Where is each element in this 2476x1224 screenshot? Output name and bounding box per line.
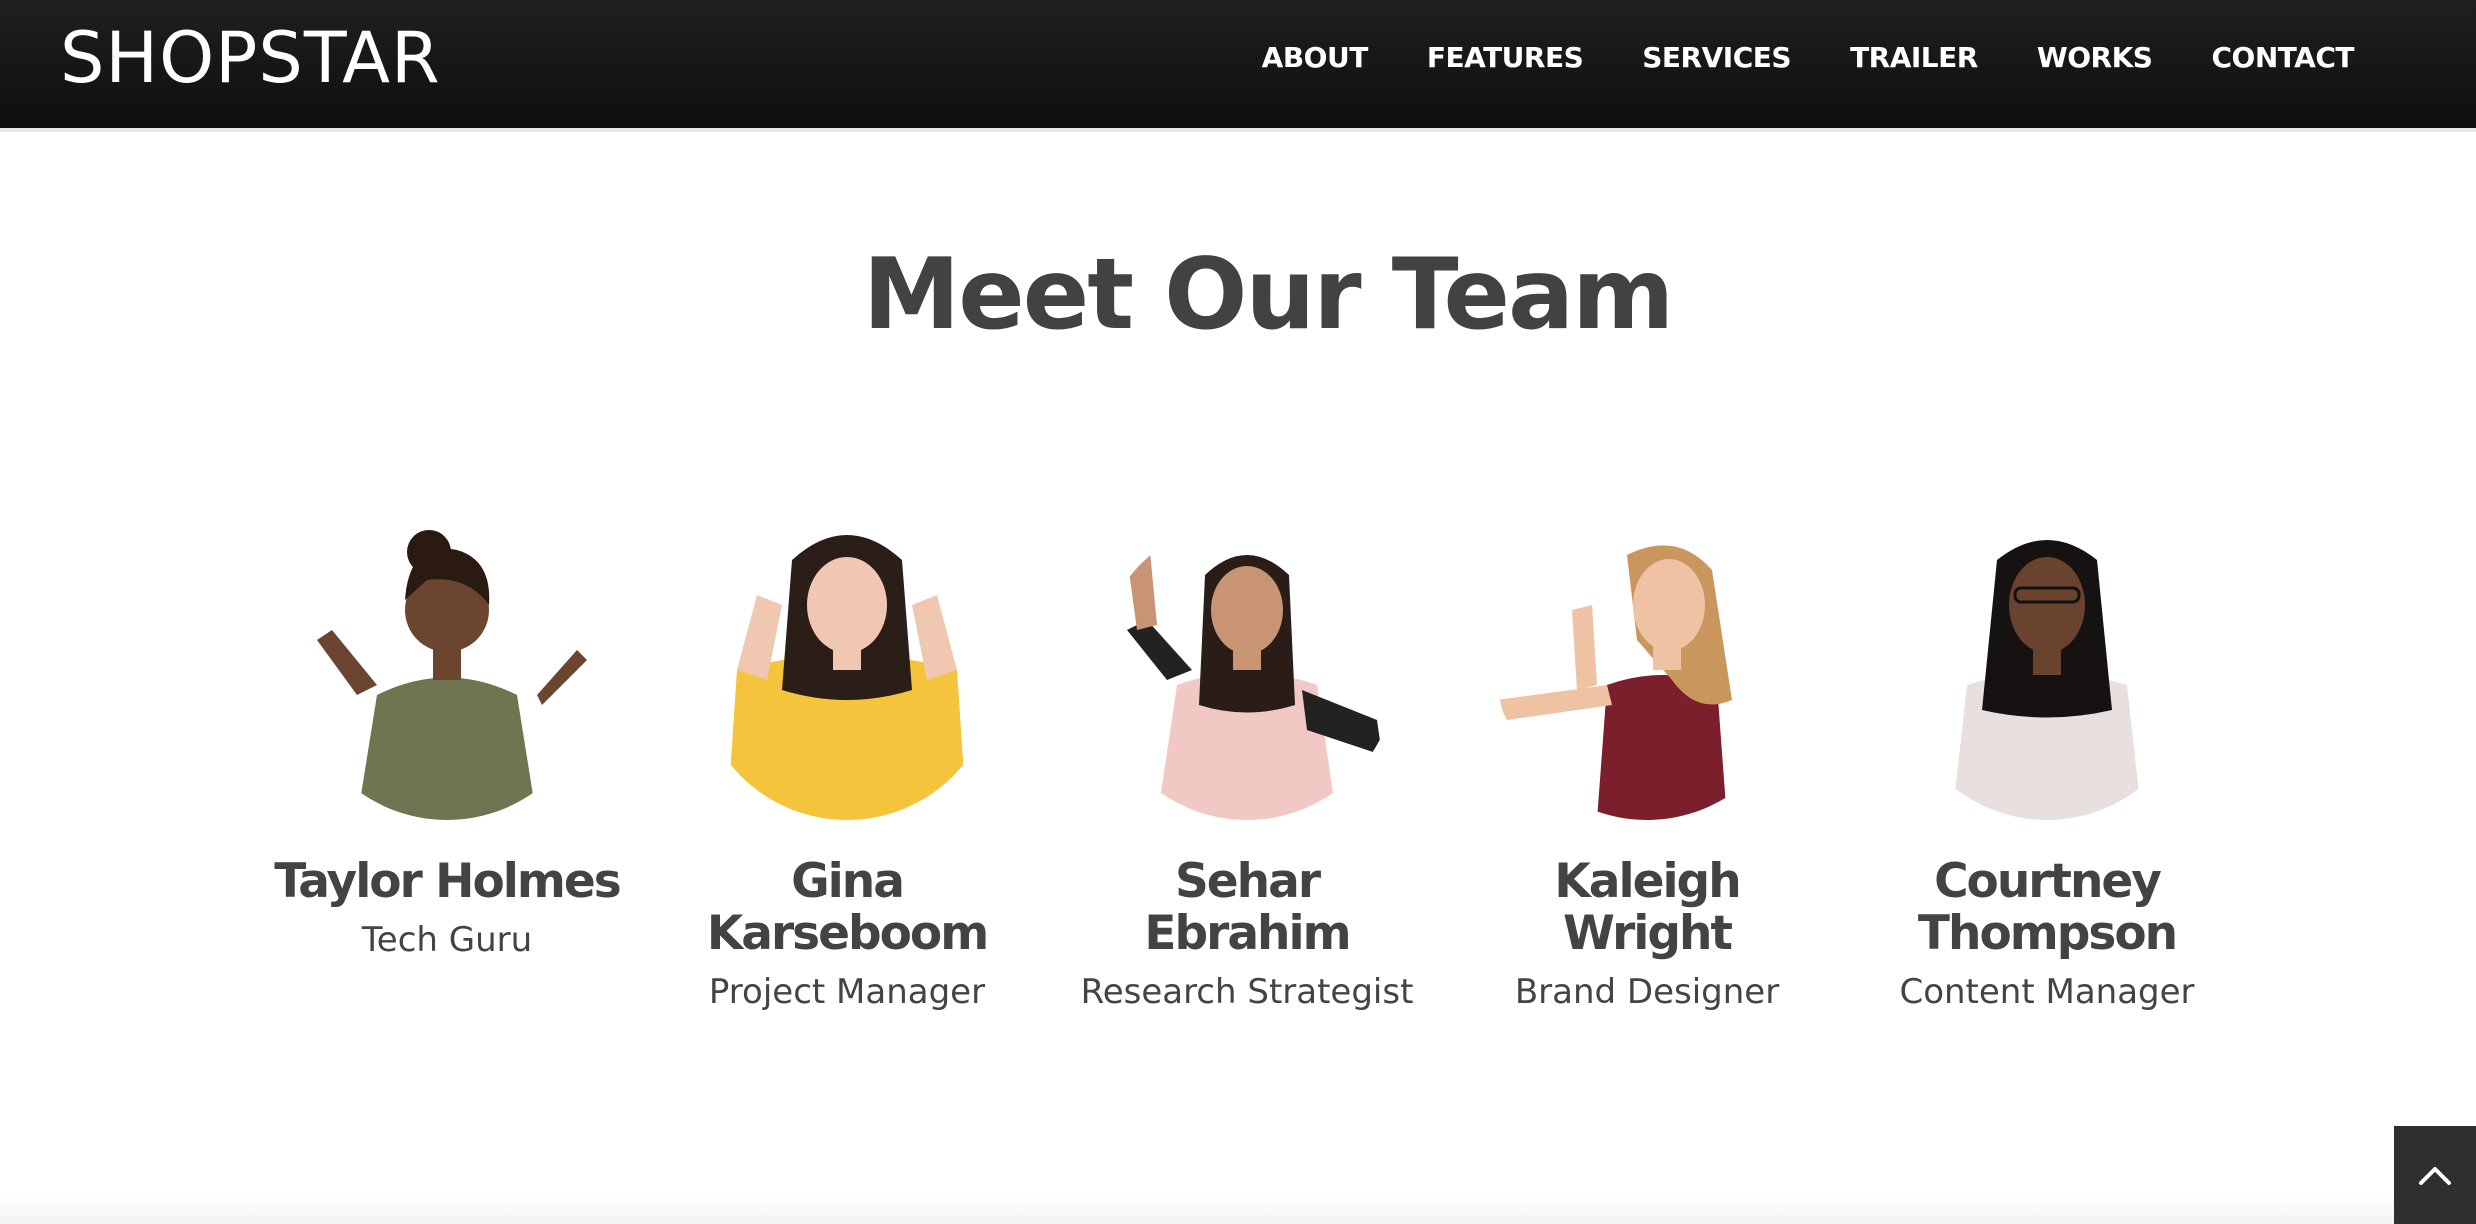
member-photo	[297, 520, 597, 820]
top-navbar: SHOPSTAR ABOUT FEATURES SERVICES TRAILER…	[0, 0, 2476, 132]
member-role: Project Manager	[708, 972, 986, 1012]
member-photo-image	[1897, 520, 2197, 820]
brand-logo[interactable]: SHOPSTAR	[60, 18, 441, 98]
section-bottom-fade	[0, 1196, 2394, 1224]
main-nav: ABOUT FEATURES SERVICES TRAILER WORKS CO…	[1203, 38, 2355, 78]
member-photo-image	[1097, 520, 1397, 820]
team-member-card: Sehar Ebrahim Research Strategist	[1067, 520, 1427, 1014]
team-member-card: Taylor Holmes Tech Guru	[267, 520, 627, 962]
member-name: Kaleigh Wright	[1554, 854, 1741, 961]
member-name: Courtney Thompson	[1917, 854, 2178, 961]
member-photo-image	[1497, 520, 1797, 820]
member-photo	[697, 520, 997, 820]
nav-link-contact[interactable]: CONTACT	[2211, 38, 2354, 78]
team-member-card: Gina Karseboom Project Manager	[667, 520, 1027, 1014]
member-name: Sehar Ebrahim	[1144, 854, 1351, 961]
member-role: Brand Designer	[1514, 972, 1780, 1012]
member-role: Content Manager	[1899, 972, 2195, 1012]
member-photo	[1497, 520, 1797, 820]
member-photo	[1897, 520, 2197, 820]
chevron-up-icon	[2419, 1167, 2451, 1185]
member-name: Gina Karseboom	[706, 854, 989, 961]
nav-link-about[interactable]: ABOUT	[1262, 38, 1369, 78]
member-role: Tech Guru	[361, 920, 533, 960]
member-photo-image	[697, 520, 997, 820]
nav-link-services[interactable]: SERVICES	[1642, 38, 1791, 78]
member-photo-image	[297, 520, 597, 820]
member-photo	[1097, 520, 1397, 820]
member-name: Taylor Holmes	[274, 854, 621, 909]
member-role: Research Strategist	[1080, 972, 1414, 1012]
back-to-top-button[interactable]	[2394, 1126, 2476, 1224]
nav-link-works[interactable]: WORKS	[2037, 38, 2153, 78]
nav-link-features[interactable]: FEATURES	[1427, 38, 1584, 78]
nav-link-trailer[interactable]: TRAILER	[1850, 38, 1978, 78]
team-member-card: Kaleigh Wright Brand Designer	[1467, 520, 1827, 1014]
section-title: Meet Our Team	[862, 238, 1675, 352]
team-member-card: Courtney Thompson Content Manager	[1867, 520, 2227, 1014]
